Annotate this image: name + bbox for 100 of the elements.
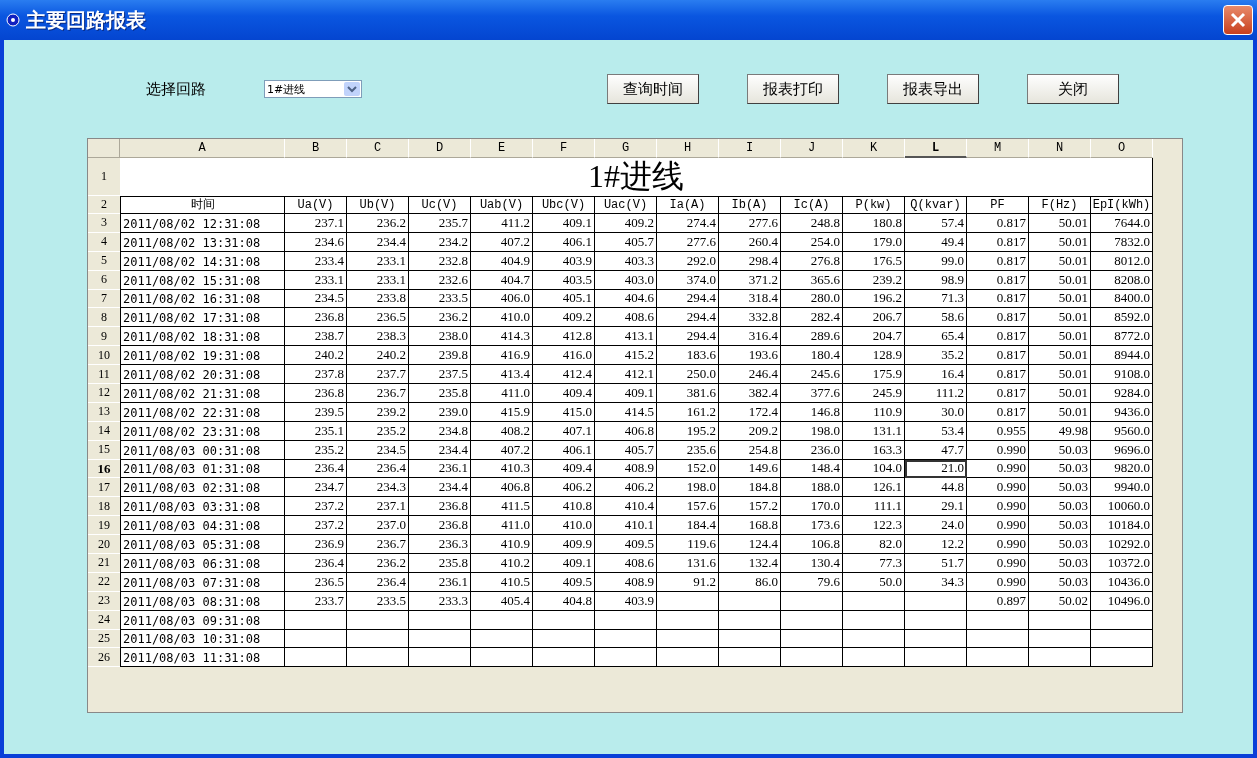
table-cell: 411.2 bbox=[471, 214, 533, 233]
table-cell: 406.8 bbox=[471, 478, 533, 498]
table-cell: 9108.0 bbox=[1091, 365, 1153, 384]
table-cell: 332.8 bbox=[719, 308, 781, 328]
table-cell: 106.8 bbox=[781, 535, 843, 555]
table-cell: 50.01 bbox=[1029, 365, 1091, 384]
column-header[interactable]: C bbox=[347, 139, 409, 158]
table-cell: 188.0 bbox=[781, 478, 843, 498]
table-cell: 2011/08/02 19:31:08 bbox=[120, 346, 285, 366]
table-cell: 377.6 bbox=[781, 384, 843, 403]
table-cell: 2011/08/02 21:31:08 bbox=[120, 384, 285, 403]
table-cell: 246.4 bbox=[719, 365, 781, 384]
column-header[interactable]: M bbox=[967, 139, 1029, 158]
table-cell: 193.6 bbox=[719, 346, 781, 366]
table-cell: 412.4 bbox=[533, 365, 595, 384]
table-cell: 409.2 bbox=[533, 308, 595, 328]
column-header[interactable]: F bbox=[533, 139, 595, 158]
table-cell: 130.4 bbox=[781, 554, 843, 573]
table-cell: 411.0 bbox=[471, 384, 533, 403]
column-title: Ua(V) bbox=[285, 196, 347, 214]
table-cell: 236.4 bbox=[285, 554, 347, 573]
table-cell: 44.8 bbox=[905, 478, 967, 498]
column-header[interactable]: J bbox=[781, 139, 843, 158]
table-cell: 0.990 bbox=[967, 478, 1029, 498]
table-cell: 7644.0 bbox=[1091, 214, 1153, 233]
table-cell: 9940.0 bbox=[1091, 478, 1153, 498]
toolbar-button[interactable]: 报表打印 bbox=[747, 74, 839, 104]
table-cell: 50.01 bbox=[1029, 308, 1091, 328]
column-header[interactable]: I bbox=[719, 139, 781, 158]
table-cell: 10372.0 bbox=[1091, 554, 1153, 573]
toolbar-button[interactable]: 报表导出 bbox=[887, 74, 979, 104]
column-header[interactable]: H bbox=[657, 139, 719, 158]
column-title: P(kw) bbox=[843, 196, 905, 214]
table-cell: 183.6 bbox=[657, 346, 719, 366]
column-header[interactable]: N bbox=[1029, 139, 1091, 158]
table-cell: 50.03 bbox=[1029, 535, 1091, 555]
close-button[interactable] bbox=[1223, 5, 1253, 35]
table-cell: 277.6 bbox=[719, 214, 781, 233]
table-cell: 131.6 bbox=[657, 554, 719, 573]
circuit-dropdown[interactable]: 1#进线 bbox=[264, 80, 362, 98]
column-header[interactable]: A bbox=[120, 139, 285, 158]
table-cell: 50.01 bbox=[1029, 214, 1091, 233]
table-cell: 16.4 bbox=[905, 365, 967, 384]
table-cell: 82.0 bbox=[843, 535, 905, 555]
table-cell: 2011/08/02 12:31:08 bbox=[120, 214, 285, 233]
column-header[interactable]: B bbox=[285, 139, 347, 158]
table-cell: 206.7 bbox=[843, 308, 905, 328]
table-cell: 0.817 bbox=[967, 346, 1029, 366]
table-cell: 245.6 bbox=[781, 365, 843, 384]
table-cell: 238.7 bbox=[285, 327, 347, 347]
table-cell: 415.2 bbox=[595, 346, 657, 366]
table-cell: 50.01 bbox=[1029, 327, 1091, 347]
table-cell: 234.7 bbox=[285, 478, 347, 498]
table-cell: 410.0 bbox=[471, 308, 533, 328]
table-cell: 2011/08/03 05:31:08 bbox=[120, 535, 285, 555]
table-cell: 381.6 bbox=[657, 384, 719, 403]
toolbar-button[interactable]: 关闭 bbox=[1027, 74, 1119, 104]
table-cell: 409.5 bbox=[595, 535, 657, 555]
table-cell: 12.2 bbox=[905, 535, 967, 555]
table-cell: 8944.0 bbox=[1091, 346, 1153, 366]
column-header[interactable]: E bbox=[471, 139, 533, 158]
column-header[interactable]: O bbox=[1091, 139, 1153, 158]
table-cell: 0.817 bbox=[967, 327, 1029, 347]
column-title: F(Hz) bbox=[1029, 196, 1091, 214]
table-cell: 240.2 bbox=[285, 346, 347, 366]
table-cell: 24.0 bbox=[905, 516, 967, 536]
table-cell: 0.990 bbox=[967, 535, 1029, 555]
table-cell: 170.0 bbox=[781, 497, 843, 517]
table-cell: 409.4 bbox=[533, 384, 595, 403]
table-cell: 294.4 bbox=[657, 327, 719, 347]
table-cell: 8772.0 bbox=[1091, 327, 1153, 347]
column-header[interactable]: D bbox=[409, 139, 471, 158]
table-cell: 408.6 bbox=[595, 308, 657, 328]
toolbar-button[interactable]: 查询时间 bbox=[607, 74, 699, 104]
table-cell: 236.5 bbox=[347, 308, 409, 328]
table-cell: 238.0 bbox=[409, 327, 471, 347]
table-cell: 408.6 bbox=[595, 554, 657, 573]
column-header[interactable]: L bbox=[905, 139, 967, 158]
column-title: Uac(V) bbox=[595, 196, 657, 214]
table-cell: 2011/08/03 04:31:08 bbox=[120, 516, 285, 536]
table-cell: 50.01 bbox=[1029, 346, 1091, 366]
window-title: 主要回路报表 bbox=[26, 6, 147, 34]
table-cell: 409.1 bbox=[533, 214, 595, 233]
table-cell: 0.817 bbox=[967, 214, 1029, 233]
column-title: Ia(A) bbox=[657, 196, 719, 214]
table-cell: 274.4 bbox=[657, 214, 719, 233]
column-header[interactable]: K bbox=[843, 139, 905, 158]
table-cell: 51.7 bbox=[905, 554, 967, 573]
table-cell: 0.990 bbox=[967, 554, 1029, 573]
column-title: EpI(kWh) bbox=[1091, 196, 1153, 214]
table-cell: 29.1 bbox=[905, 497, 967, 517]
column-header[interactable]: G bbox=[595, 139, 657, 158]
table-cell: 316.4 bbox=[719, 327, 781, 347]
table-cell: 50.03 bbox=[1029, 554, 1091, 573]
table-cell: 235.8 bbox=[409, 384, 471, 403]
table-cell: 237.2 bbox=[285, 497, 347, 517]
table-cell: 410.9 bbox=[471, 535, 533, 555]
table-cell: 236.3 bbox=[409, 535, 471, 555]
table-cell: 157.6 bbox=[657, 497, 719, 517]
table-cell: 250.0 bbox=[657, 365, 719, 384]
